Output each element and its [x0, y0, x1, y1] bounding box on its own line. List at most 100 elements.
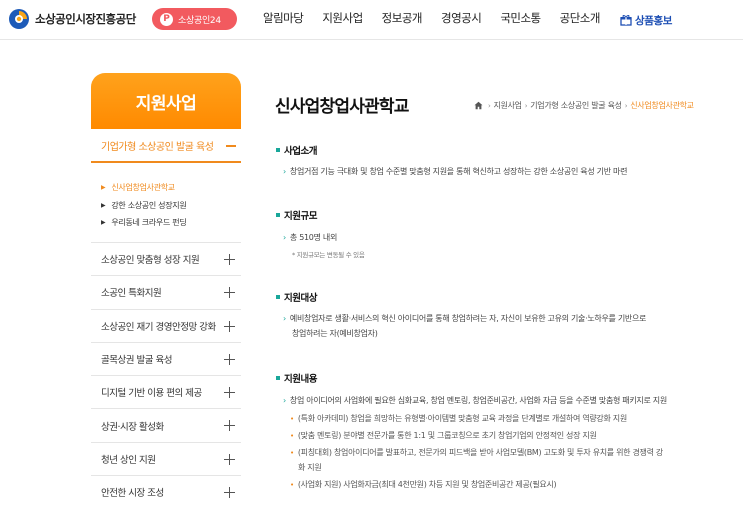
sidebar-item-custom-growth[interactable]: 소상공인 맞춤형 성장 지원 [91, 242, 241, 275]
sidebar-menu: 소상공인 맞춤형 성장 지원 소공인 특화지원 소상공인 재기 경영안정망 강화… [91, 242, 241, 508]
section-heading: 지원규모 [284, 211, 317, 222]
plus-icon [224, 353, 235, 365]
content-item-cont: 화 지원 [298, 463, 322, 472]
content-text-body: 창업 아이디어의 사업화에 필요한 심화교육, 창업 멘토링, 창업준비공간, … [289, 396, 667, 405]
sidebar-subitem-label: 신사업창업사관학교 [111, 183, 175, 193]
chevron-right-icon: › [283, 233, 286, 242]
chevron-right-icon: › [283, 167, 286, 176]
sidebar-item-label: 골목상권 발굴 육성 [101, 355, 172, 367]
section-intro-heading: 사업소개 [276, 143, 317, 157]
sidebar-item-small-manufacturer[interactable]: 소공인 특화지원 [91, 275, 241, 308]
sidebar-item-youth-merchant[interactable]: 청년 상인 지원 [91, 441, 241, 475]
plus-icon [224, 387, 235, 399]
scale-text: › 총 510명 내외 [283, 232, 337, 244]
section-content-heading: 지원내용 [276, 371, 317, 385]
sidebar-item-alley-commerce[interactable]: 골목상권 발굴 육성 [91, 341, 241, 375]
square-bullet-icon [276, 213, 280, 217]
minus-icon [226, 145, 236, 147]
sidebar-group-label: 기업가형 소상공인 발굴 육성 [101, 141, 214, 153]
org-name: 소상공인시장진흥공단 [35, 12, 136, 26]
triangle-bullet-icon: ▶ [101, 201, 106, 209]
content-item-text: (피칭대회) 창업아이디어를 발표하고, 전문가의 피드백을 받아 사업모델(B… [297, 448, 663, 457]
page-title: 신사업창업사관학교 [275, 97, 409, 117]
content-text: › 창업 아이디어의 사업화에 필요한 심화교육, 창업 멘토링, 창업준비공간,… [283, 395, 667, 407]
sidebar-item-recovery[interactable]: 소상공인 재기 경영안정망 강화 [91, 308, 241, 342]
logo-icon [8, 8, 30, 30]
site-logo[interactable]: 소상공인시장진흥공단 [8, 8, 136, 30]
sidebar-item-safe-market[interactable]: 안전한 시장 조성 [91, 475, 241, 508]
plus-icon [224, 320, 235, 332]
sidebar-subitem-crowdfunding[interactable]: ▶ 우리동네 크라우드 펀딩 [101, 214, 187, 232]
content-item-text: (맞춤 멘토링) 분야별 전문가를 통한 1:1 및 그룹코칭으로 초기 창업기… [297, 431, 597, 440]
chevron-right-icon: › [624, 101, 628, 110]
content-item-text: (사업화 지원) 사업화자금(최대 4천만원) 차등 지원 및 창업준비공간 제… [297, 480, 557, 489]
sidebar-item-label: 소공인 특화지원 [101, 288, 162, 300]
dot-bullet-icon: • [290, 415, 294, 423]
content-item: • (사업화 지원) 사업화자금(최대 4천만원) 차등 지원 및 창업준비공간 … [290, 479, 557, 491]
sidebar-subitem-strong-growth[interactable]: ▶ 강한 소상공인 성장지원 [101, 197, 187, 215]
dot-bullet-icon: • [290, 481, 294, 489]
chevron-right-icon: › [488, 101, 491, 110]
plus-icon [224, 254, 235, 265]
sidebar-item-label: 안전한 시장 조성 [101, 488, 164, 500]
breadcrumb-item[interactable]: 지원사업 [494, 100, 523, 111]
nav-item-disclosure[interactable]: 정보공개 [382, 10, 423, 26]
scale-text-body: 총 510명 내외 [289, 233, 338, 242]
pill-label: 소상공인24 [178, 15, 221, 26]
chevron-right-icon: › [524, 101, 528, 110]
p-circle-icon: P [160, 12, 173, 26]
content-item: • (맞춤 멘토링) 분야별 전문가를 통한 1:1 및 그룹코칭으로 초기 창업… [290, 430, 597, 442]
product-promo-link[interactable]: 상품홍보 [620, 11, 672, 30]
sosanggongin24-button[interactable]: P 소상공인24 [152, 8, 237, 30]
nav-item-support[interactable]: 지원사업 [322, 10, 363, 26]
intro-text-body: 창업거점 기능 극대화 및 창업 수준별 맞춤형 지원을 통해 혁신하고 성장하… [289, 167, 628, 176]
chevron-right-icon: › [283, 314, 286, 323]
sidebar-sub-list: ▶ 신사업창업사관학교 ▶ 강한 소상공인 성장지원 ▶ 우리동네 크라우드 펀… [101, 179, 187, 232]
dot-bullet-icon: • [290, 432, 294, 440]
content-item-text: (특화 아카데미) 창업을 희망하는 유형별·아이템별 맞춤형 교육 과정을 단… [297, 414, 627, 423]
sidebar-title: 지원사업 [91, 73, 241, 129]
sidebar-item-label: 소상공인 재기 경영안정망 강화 [101, 321, 216, 333]
sidebar-item-digital[interactable]: 디지털 기반 이용 편의 제공 [91, 375, 241, 408]
section-target-heading: 지원대상 [276, 290, 317, 304]
dot-bullet-icon: • [290, 449, 294, 457]
sidebar-item-label: 청년 상인 지원 [101, 454, 156, 466]
plus-icon [224, 420, 235, 432]
sidebar-title-text: 지원사업 [135, 93, 197, 114]
plus-icon [224, 287, 235, 299]
sidebar-group-entrepreneur[interactable]: 기업가형 소상공인 발굴 육성 [91, 129, 241, 163]
sidebar-subitem-label: 우리동네 크라우드 펀딩 [111, 218, 187, 228]
content-item: • (특화 아카데미) 창업을 희망하는 유형별·아이템별 맞춤형 교육 과정을 … [290, 413, 627, 425]
sidebar-subitem-startup-academy[interactable]: ▶ 신사업창업사관학교 [101, 179, 186, 197]
section-heading: 지원대상 [284, 293, 317, 304]
scale-note: * 지원규모는 변동될 수 있음 [292, 251, 365, 259]
section-heading: 사업소개 [284, 146, 317, 157]
square-bullet-icon [276, 295, 280, 299]
triangle-bullet-icon: ▶ [101, 184, 106, 192]
breadcrumb: › 지원사업 › 기업가형 소상공인 발굴 육성 › 신사업창업사관학교 [474, 100, 694, 111]
section-scale-heading: 지원규모 [276, 208, 317, 222]
target-text-cont: 창업하려는 자(예비창업자) [292, 329, 378, 338]
breadcrumb-item[interactable]: 기업가형 소상공인 발굴 육성 [530, 100, 622, 111]
square-bullet-icon [276, 148, 280, 152]
nav-item-about[interactable]: 공단소개 [560, 10, 601, 26]
nav-item-management[interactable]: 경영공시 [441, 10, 482, 26]
plus-icon [224, 487, 235, 499]
chevron-right-icon: › [283, 396, 286, 405]
nav-item-communication[interactable]: 국민소통 [500, 10, 541, 26]
triangle-bullet-icon: ▶ [101, 219, 106, 227]
square-bullet-icon [276, 376, 280, 380]
sidebar-item-market-activation[interactable]: 상권·시장 활성화 [91, 408, 241, 441]
plus-icon [224, 453, 235, 465]
content-item: • (피칭대회) 창업아이디어를 발표하고, 전문가의 피드백을 받아 사업모델(… [290, 447, 663, 459]
section-heading: 지원내용 [284, 374, 317, 385]
nav-item-notice[interactable]: 알림마당 [263, 10, 304, 26]
main-nav: 알림마당 지원사업 정보공개 경영공시 국민소통 공단소개 [263, 10, 619, 26]
sidebar-item-label: 디지털 기반 이용 편의 제공 [101, 388, 202, 400]
gift-icon [620, 11, 632, 30]
sidebar-item-label: 소상공인 맞춤형 성장 지원 [101, 255, 200, 267]
site-header: 소상공인시장진흥공단 P 소상공인24 알림마당 지원사업 정보공개 경영공시 … [0, 0, 743, 40]
target-text-body: 예비창업자로 생활·서비스의 혁신 아이디어를 통해 창업하려는 자, 자신이 … [289, 314, 647, 323]
home-icon[interactable] [474, 101, 483, 110]
sidebar-subitem-label: 강한 소상공인 성장지원 [111, 200, 187, 210]
